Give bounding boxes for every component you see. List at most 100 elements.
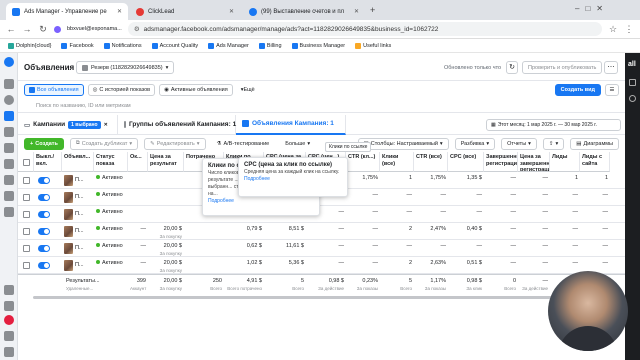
more-button[interactable]: Больше ▾ — [280, 137, 316, 150]
extensions-icon[interactable]: ⋮ — [624, 24, 634, 35]
audience-icon[interactable] — [4, 159, 14, 169]
home-icon[interactable] — [4, 79, 14, 89]
date-range-picker[interactable]: ▦ Этот месяц: 1 мар 2025 г. — 30 мар 202… — [486, 119, 621, 131]
column-header[interactable]: CPC (все) — [448, 152, 484, 172]
help-icon[interactable] — [4, 347, 14, 357]
search-input[interactable]: Поиск по названию, ID или метрикам — [36, 103, 131, 109]
row-checkbox[interactable] — [23, 262, 30, 269]
view-settings-button[interactable]: ☰ — [605, 84, 619, 96]
ad-name-link[interactable]: П... — [75, 211, 84, 217]
tooltip-more-link[interactable]: Подробнее — [208, 198, 234, 204]
export-button[interactable]: ⇪ ▾ — [542, 137, 565, 150]
column-header[interactable]: Выкл./вкл. — [34, 152, 62, 172]
column-header[interactable]: Завершенные регистрации — [484, 152, 518, 172]
column-header[interactable]: Клики (все) — [380, 152, 414, 172]
tab-campaigns[interactable]: ▭ Кампании 1 выбрано ✕ — [18, 114, 118, 135]
delivery-toggle[interactable] — [38, 211, 50, 218]
table-row[interactable]: П... Активно — 20,00 $ За покупку 1,02 $ 5,36 … — [18, 257, 625, 274]
star-icon[interactable]: ☆ — [608, 24, 618, 35]
column-header[interactable]: Лиды с сайта — [580, 152, 610, 172]
row-checkbox[interactable] — [23, 245, 30, 252]
close-icon[interactable]: ✕ — [354, 8, 359, 15]
table-row[interactable]: П... Активно — 20,00 $ За покупку 0,62 $ 11,61… — [18, 240, 625, 257]
settings-icon[interactable] — [4, 285, 14, 295]
delivery-toggle[interactable] — [38, 245, 50, 252]
more-options-button[interactable]: ⋯ — [604, 61, 618, 74]
filter-active-ads[interactable]: ◉ Активные объявления — [159, 84, 233, 96]
filter-more[interactable]: ▾ Ещё — [236, 84, 259, 96]
row-checkbox[interactable] — [23, 211, 30, 218]
breakdown-button[interactable]: Разбивка ▾ — [454, 137, 496, 150]
column-header[interactable]: Цена за результат — [148, 152, 184, 172]
events-icon[interactable] — [4, 191, 14, 201]
forward-icon[interactable]: → — [22, 24, 32, 34]
row-checkbox[interactable] — [23, 177, 30, 184]
table-row[interactable]: П... Активно — — — — — — — — — — [18, 206, 625, 223]
ad-name-link[interactable]: П... — [75, 194, 84, 200]
tab-adsets[interactable]: Группы объявлений Кампания: 1 — [118, 114, 236, 135]
billing-icon[interactable] — [4, 175, 14, 185]
delivery-toggle[interactable] — [38, 262, 50, 269]
campaigns-icon[interactable] — [4, 111, 14, 121]
ad-name-link[interactable]: П... — [75, 245, 84, 251]
notifications-icon[interactable] — [4, 301, 14, 311]
column-header[interactable]: Лиды — [550, 152, 580, 172]
column-header[interactable]: CTR (кл...) — [346, 152, 380, 172]
table-icon[interactable] — [4, 127, 14, 137]
panel-icon[interactable] — [629, 79, 636, 86]
create-view-button[interactable]: Создать вид — [554, 84, 601, 96]
reports-button[interactable]: Отчеты ▾ — [501, 137, 537, 150]
profile-icon[interactable] — [4, 95, 14, 105]
filter-all-ads[interactable]: Все объявления — [24, 84, 84, 96]
new-tab-icon[interactable]: + — [370, 5, 375, 15]
column-header[interactable]: Ок... — [128, 152, 148, 172]
delivery-toggle[interactable] — [38, 228, 50, 235]
account-selector[interactable]: Резерв (1182829026649835) ▾ — [76, 61, 175, 74]
table-row[interactable]: П... Активно — 20,00 $ За покупку 0,79 $ 8,51 … — [18, 223, 625, 240]
search-icon[interactable] — [4, 331, 14, 341]
panel-logo-icon[interactable]: all — [628, 61, 636, 68]
search-row[interactable]: Поиск по названию, ID или метрикам — [18, 99, 625, 113]
column-header[interactable]: Объявл... — [62, 152, 94, 172]
panel-icon[interactable] — [629, 95, 636, 102]
column-header[interactable]: Статус показа — [94, 152, 128, 172]
alert-badge-icon[interactable] — [4, 315, 14, 325]
menu-icon[interactable] — [4, 207, 14, 217]
ab-test-button[interactable]: ⚗ A/B-тестирование — [211, 137, 275, 150]
refresh-button[interactable]: ↻ — [506, 61, 518, 74]
close-icon[interactable]: ✕ — [229, 8, 234, 15]
filter-with-history[interactable]: ◎ С историей показов — [87, 84, 156, 96]
bookmark-useful-links[interactable]: Useful links — [355, 42, 391, 49]
column-header[interactable]: Цена за завершенную регистрацию — [518, 152, 550, 172]
row-checkbox[interactable] — [23, 194, 30, 201]
select-all-checkbox[interactable] — [18, 152, 34, 172]
tab-ads-manager[interactable]: Ads Manager - Управление ре ✕ — [6, 3, 128, 20]
column-header[interactable]: CTR (все) — [414, 152, 448, 172]
horizontal-scrollbar[interactable] — [33, 296, 553, 299]
duplicate-button[interactable]: ⧉ Создать дубликат ▾ — [69, 137, 139, 150]
bookmark-billing[interactable]: Billing — [258, 42, 282, 49]
tab-ads[interactable]: Объявления Кампания: 1 — [236, 114, 346, 135]
charts-button[interactable]: ▤ Диаграммы — [570, 137, 619, 150]
window-controls[interactable]: –□✕ — [575, 4, 609, 13]
bookmark-dolphin[interactable]: Dolphin{cloud} — [8, 42, 51, 49]
url-field[interactable]: ⚙ adsmanager.facebook.com/adsmanager/man… — [127, 22, 602, 36]
tab-billing[interactable]: (99) Выставление счетов и пл ✕ — [243, 3, 365, 20]
ad-name-link[interactable]: П... — [75, 177, 84, 183]
back-icon[interactable]: ← — [6, 24, 16, 34]
columns-button[interactable]: ▥Столбцы: Настраиваемый▾ — [357, 137, 449, 150]
bookmark-ads-manager[interactable]: Ads Manager — [208, 42, 249, 49]
edit-button[interactable]: ✎ Редактировать ▾ — [144, 137, 206, 150]
bookmark-notifications[interactable]: Notifications — [103, 42, 142, 49]
close-icon[interactable]: ✕ — [117, 8, 122, 15]
tab-clicklead[interactable]: ClickLead ✕ — [130, 3, 240, 20]
review-publish-button[interactable]: Проверить и опубликовать — [522, 61, 603, 74]
ad-name-link[interactable]: П... — [75, 228, 84, 234]
profile-icon[interactable] — [54, 25, 61, 33]
tooltip-more-link[interactable]: Подробнее — [244, 176, 270, 182]
chart-icon[interactable] — [4, 143, 14, 153]
bookmark-business-manager[interactable]: Business Manager — [291, 42, 345, 49]
close-icon[interactable]: ✕ — [104, 122, 108, 128]
delivery-toggle[interactable] — [38, 177, 50, 184]
create-button[interactable]: + Создать — [24, 137, 64, 150]
